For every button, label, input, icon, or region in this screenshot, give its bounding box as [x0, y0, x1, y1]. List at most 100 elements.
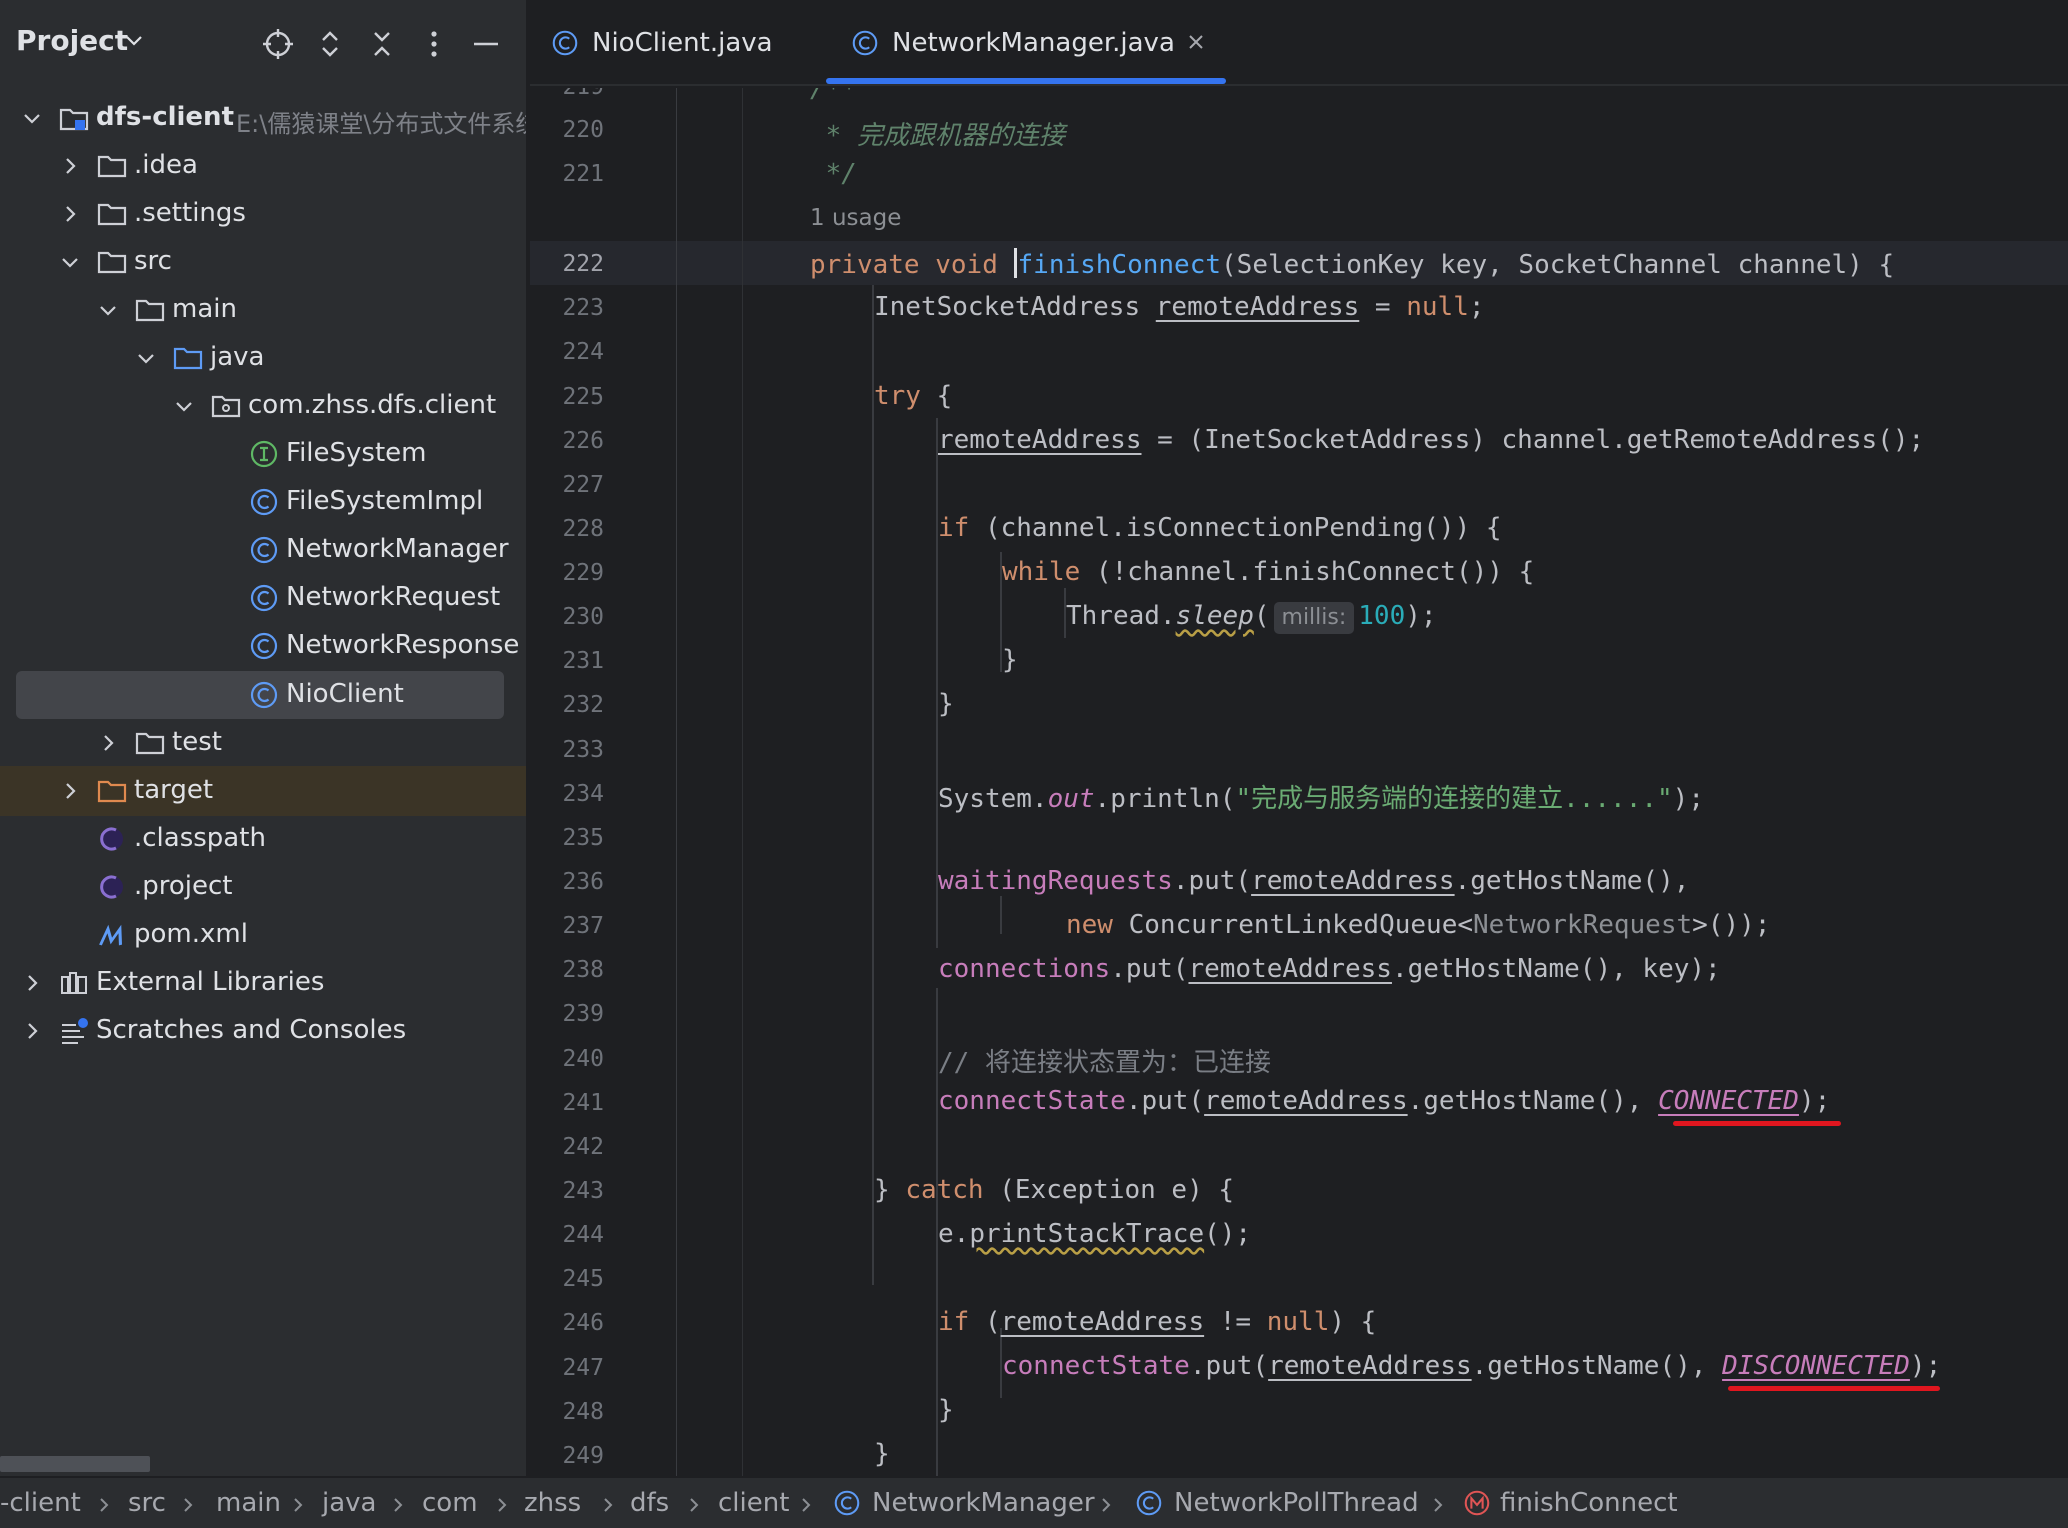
code-token: * 完成跟机器的连接 — [810, 121, 1065, 151]
line-number: 226 — [562, 428, 604, 454]
tree-item-target[interactable]: target — [0, 767, 526, 815]
tree-item-filesystemimpl[interactable]: FileSystemImpl — [0, 478, 526, 526]
horizontal-scrollbar[interactable] — [0, 1456, 150, 1472]
tree-item-label: main — [172, 294, 237, 324]
code-line-236: waitingRequests.put(remoteAddress.getHos… — [938, 866, 1689, 896]
breadcrumb-item[interactable]: main — [216, 1488, 281, 1518]
code-token: { — [920, 381, 953, 411]
chevron-right-icon[interactable] — [20, 971, 44, 995]
tree-item-networkmanager[interactable]: NetworkManager — [0, 526, 526, 574]
tree-item-java[interactable]: java — [0, 334, 526, 382]
tree-item-test[interactable]: test — [0, 719, 526, 767]
string-literal: "完成与服务端的连接的建立......" — [1235, 784, 1673, 814]
code-token: NetworkRequest — [1473, 910, 1693, 940]
class-c-icon — [852, 30, 878, 56]
tab-nioclient-java[interactable]: NioClient.java — [550, 0, 773, 86]
breadcrumb-item[interactable]: zhss — [524, 1488, 581, 1518]
tree-item-pom[interactable]: pom.xml — [0, 911, 526, 959]
tree-item-networkrequest[interactable]: NetworkRequest — [0, 574, 526, 622]
project-panel: Project dfs-client E:\儒猿课堂\分布式文件系统 .idea… — [0, 0, 528, 1476]
module-folder-icon — [59, 108, 89, 131]
code-line-226: remoteAddress = (InetSocketAddress) chan… — [938, 425, 1924, 455]
close-icon[interactable] — [1184, 30, 1208, 54]
locate-target-icon[interactable] — [260, 26, 296, 62]
line-number: 247 — [562, 1355, 604, 1381]
tree-item-label: pom.xml — [134, 919, 248, 949]
code-line-248: } — [938, 1395, 954, 1425]
chevron-right-icon[interactable] — [58, 154, 82, 178]
tree-item-settings[interactable]: .settings — [0, 190, 526, 238]
line-number: 237 — [562, 913, 604, 939]
breadcrumb-item[interactable]: src — [128, 1488, 166, 1518]
tree-item-idea[interactable]: .idea — [0, 142, 526, 190]
maven-m-icon — [99, 924, 123, 946]
chevron-down-icon[interactable] — [172, 394, 196, 418]
project-view-selector[interactable]: Project — [16, 24, 128, 57]
breadcrumb-item[interactable]: NetworkPollThread — [1174, 1488, 1419, 1518]
code-line-240: // 将连接状态置为：已连接 — [938, 1042, 1271, 1079]
tree-item-label: Scratches and Consoles — [96, 1015, 407, 1045]
keyword-while: while — [1002, 557, 1081, 587]
chevron-right-icon[interactable] — [20, 1019, 44, 1043]
keyword-new: new — [1066, 910, 1113, 940]
breadcrumb-item[interactable]: java — [322, 1488, 376, 1518]
code-token: /** — [810, 88, 857, 104]
keyword-if: if — [938, 513, 970, 543]
tree-item-classpath[interactable]: .classpath — [0, 815, 526, 863]
tree-item-label: test — [172, 727, 222, 757]
tree-item-label: .classpath — [134, 823, 266, 853]
red-annotation-underline — [1728, 1386, 1940, 1391]
breadcrumb-item[interactable]: com — [422, 1488, 478, 1518]
tree-item-label: FileSystemImpl — [286, 486, 484, 516]
chevron-down-icon[interactable] — [58, 250, 82, 274]
breadcrumb-item[interactable]: -client — [0, 1488, 81, 1518]
chevron-right-icon — [802, 1498, 811, 1512]
code-token: >()); — [1692, 910, 1771, 940]
line-number: 233 — [562, 737, 604, 763]
code-line-220: * 完成跟机器的连接 — [810, 115, 1065, 152]
breadcrumb-item[interactable]: finishConnect — [1500, 1488, 1678, 1518]
hide-panel-icon[interactable] — [468, 26, 504, 62]
eclipse-file-icon — [100, 827, 123, 851]
chevron-right-icon[interactable] — [96, 731, 120, 755]
code-token: ) { — [1329, 1307, 1377, 1337]
chevron-down-icon[interactable] — [96, 298, 120, 322]
chevron-down-icon[interactable] — [122, 28, 146, 52]
tree-item-main[interactable]: main — [0, 286, 526, 334]
chevron-down-icon[interactable] — [134, 346, 158, 370]
code-token: ); — [1405, 601, 1437, 631]
module-path: E:\儒猿课堂\分布式文件系统 — [236, 110, 528, 138]
code-token: (channel.isConnectionPending()) { — [969, 513, 1502, 543]
tree-item-external-libraries[interactable]: External Libraries — [0, 959, 526, 1007]
tree-item-networkresponse[interactable]: NetworkResponse — [0, 622, 526, 670]
tree-item-nioclient[interactable]: NioClient — [0, 671, 526, 719]
class-c-icon — [1136, 1490, 1162, 1516]
usages-inlay-hint[interactable]: 1 usage — [810, 205, 901, 231]
code-line-221: */ — [810, 159, 857, 189]
tree-item-package[interactable]: com.zhss.dfs.client — [0, 382, 526, 430]
breadcrumb-item[interactable]: NetworkManager — [872, 1488, 1095, 1518]
tree-item-scratches[interactable]: Scratches and Consoles — [0, 1007, 526, 1055]
code-editor[interactable]: 219 220 221 222 223 224 225 226 227 228 … — [530, 88, 2068, 1476]
breadcrumb-item[interactable]: dfs — [630, 1488, 669, 1518]
line-number: 248 — [562, 1399, 604, 1425]
text-caret — [1013, 248, 1017, 278]
number-literal: 100 — [1358, 601, 1406, 631]
expand-all-icon[interactable] — [312, 26, 348, 62]
code-line-219: /** — [810, 88, 857, 104]
tree-item-dfs-client[interactable]: dfs-client E:\儒猿课堂\分布式文件系统 — [0, 94, 528, 142]
code-line-234: System.out.println("完成与服务端的连接的建立......")… — [938, 778, 1704, 815]
tree-item-label: com.zhss.dfs.client — [248, 390, 497, 420]
tree-item-project-file[interactable]: .project — [0, 863, 526, 911]
breadcrumb-item[interactable]: client — [718, 1488, 789, 1518]
line-number: 249 — [562, 1443, 604, 1469]
chevron-right-icon[interactable] — [58, 202, 82, 226]
chevron-right-icon[interactable] — [58, 779, 82, 803]
code-token: .put( — [1125, 1086, 1205, 1116]
tree-item-src[interactable]: src — [0, 238, 526, 286]
more-options-icon[interactable] — [416, 26, 452, 62]
tree-item-filesystem[interactable]: FileSystem — [0, 430, 526, 478]
folder-icon — [97, 251, 127, 274]
chevron-down-icon[interactable] — [20, 106, 44, 130]
collapse-all-icon[interactable] — [364, 26, 400, 62]
